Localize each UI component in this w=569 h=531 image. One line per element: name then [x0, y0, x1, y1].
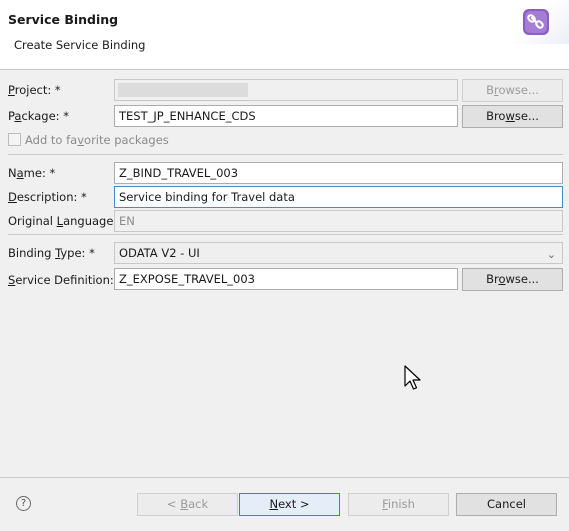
service-definition-label: Service Definition: * — [8, 273, 124, 287]
package-label: Package: * — [8, 109, 69, 123]
binding-type-select[interactable]: ODATA V2 - UI ⌄ — [114, 242, 563, 264]
page-subtitle: Create Service Binding — [14, 38, 146, 52]
page-title: Service Binding — [8, 12, 119, 27]
project-value-redacted — [118, 83, 248, 97]
package-browse-button[interactable]: Browse... — [462, 105, 563, 128]
name-label: Name: * — [8, 166, 56, 180]
footer-divider — [0, 477, 569, 478]
project-field[interactable] — [114, 79, 458, 101]
favorite-checkbox[interactable] — [8, 133, 21, 146]
wizard-header: Service Binding Create Service Binding — [0, 0, 569, 70]
service-definition-browse-button[interactable]: Browse... — [462, 268, 563, 291]
back-button[interactable]: < Back — [137, 493, 238, 516]
project-label: Project: * — [8, 83, 61, 97]
cancel-button[interactable]: Cancel — [456, 493, 557, 516]
help-icon[interactable]: ? — [16, 496, 31, 511]
service-definition-field[interactable]: Z_EXPOSE_TRAVEL_003 — [114, 268, 458, 290]
service-binding-icon — [523, 9, 549, 35]
package-field[interactable]: TEST_JP_ENHANCE_CDS — [114, 105, 458, 127]
binding-type-label: Binding Type: * — [8, 246, 95, 260]
next-button[interactable]: Next > — [239, 493, 340, 516]
project-browse-button[interactable]: Browse... — [462, 79, 563, 102]
section-divider — [8, 154, 563, 155]
finish-button[interactable]: Finish — [348, 493, 449, 516]
original-language-label: Original Language: — [8, 214, 118, 228]
description-label: Description: * — [8, 190, 87, 204]
original-language-field[interactable]: EN — [114, 210, 563, 232]
section-divider — [8, 234, 563, 235]
description-field[interactable]: Service binding for Travel data — [114, 186, 563, 208]
chevron-down-icon: ⌄ — [546, 248, 556, 261]
binding-type-value: ODATA V2 - UI — [119, 246, 200, 260]
favorite-label: Add to favorite packages — [25, 133, 169, 147]
name-field[interactable]: Z_BIND_TRAVEL_003 — [114, 162, 563, 184]
mouse-cursor — [404, 365, 421, 390]
